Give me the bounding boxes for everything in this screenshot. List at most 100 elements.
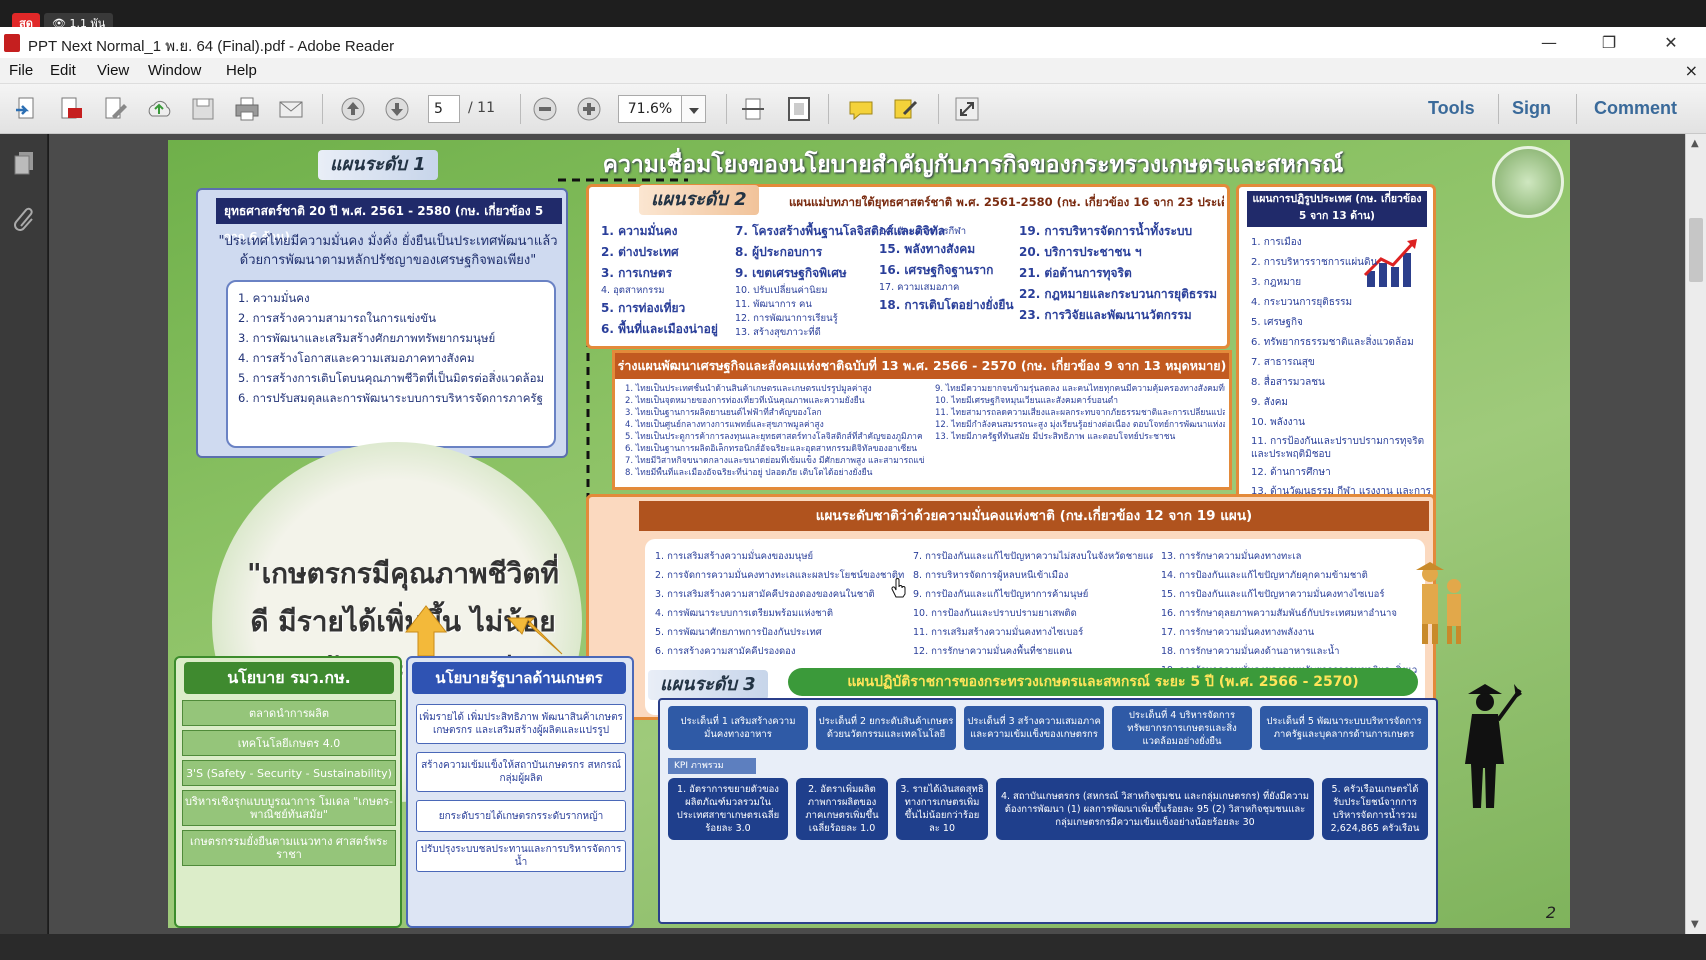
- list-item: 5. การพัฒนาศักยภาพการป้องกันประเทศ: [655, 627, 822, 638]
- menu-window[interactable]: Window: [148, 62, 201, 79]
- pane-divider: [1576, 94, 1577, 124]
- create-pdf-icon[interactable]: [12, 94, 42, 124]
- close-button[interactable]: ✕: [1648, 30, 1694, 56]
- close-document-icon[interactable]: ×: [1685, 61, 1698, 80]
- list-item: 4. ไทยเป็นศูนย์กลางทางการแพทย์และสุขภาพม…: [625, 420, 824, 430]
- list-item: 1. ความมั่นคง: [601, 224, 678, 238]
- list-item: 1. ความมั่นคง: [238, 291, 310, 305]
- policy-item: 3'S (Safety - Security - Sustainability): [182, 760, 396, 786]
- national-reform-list: 1. การเมือง 2. การบริหารราชการแผ่นดิน 3.…: [1251, 233, 1431, 513]
- list-item: 6. ทรัพยากรธรรมชาติและสิ่งแวดล้อม: [1251, 337, 1414, 348]
- zoom-in-icon[interactable]: [574, 94, 604, 124]
- list-item: 17. การรักษาความมั่นคงทางพลังงาน: [1161, 627, 1315, 638]
- list-item: 8. ไทยมีพื้นที่และเมืองอัจฉริยะที่น่าอยู…: [625, 468, 873, 478]
- national-strategy-box: ยุทธศาสตร์ชาติ 20 ปี พ.ศ. 2561 - 2580 (ก…: [196, 188, 568, 458]
- policy-item: บริหารเชิงรุกแบบบูรณาการ โมเดล "เกษตร-พา…: [182, 790, 396, 826]
- page-number-input[interactable]: 5: [428, 95, 460, 123]
- list-item: 4. การพัฒนาระบบการเตรียมพร้อมแห่งชาติ: [655, 608, 834, 619]
- list-item: 2. การบริหารราชการแผ่นดิน: [1251, 257, 1378, 268]
- strategic-issue-5: ประเด็นที่ 5 พัฒนาระบบบริหารจัดการภาครัฐ…: [1260, 706, 1428, 750]
- security-col-3: 13. การรักษาความมั่นคงทางทะเล 14. การป้อ…: [1161, 547, 1417, 680]
- list-item: 9. การป้องกันและแก้ไขปัญหาการค้ามนุษย์: [913, 589, 1089, 600]
- export-icon[interactable]: [56, 94, 86, 124]
- tools-pane-link[interactable]: Tools: [1428, 98, 1475, 119]
- kpi-item: 3. รายได้เงินสดสุทธิทางการเกษตรเพิ่มขึ้น…: [896, 778, 988, 840]
- cloud-upload-icon[interactable]: [144, 94, 174, 124]
- save-icon[interactable]: [188, 94, 218, 124]
- maximize-button[interactable]: ❐: [1586, 30, 1632, 56]
- email-icon[interactable]: [276, 94, 306, 124]
- list-item: 11. ไทยสามารถลดความเสี่ยงและผลกระทบจากภั…: [935, 408, 1225, 418]
- sign-pane-link[interactable]: Sign: [1512, 98, 1551, 119]
- level3-tag: แผนระดับ 3: [648, 670, 768, 700]
- list-item: 13. ไทยมีภาครัฐที่ทันสมัย มีประสิทธิภาพ …: [935, 432, 1176, 442]
- list-item: 3. การเสริมสร้างความสามัคคีปรองดองของคนใ…: [655, 589, 875, 600]
- page-up-icon[interactable]: [338, 94, 368, 124]
- government-policy-heading: นโยบายรัฐบาลด้านเกษตร: [412, 662, 626, 694]
- list-item: 8. สื่อสารมวลชน: [1251, 377, 1325, 388]
- fit-page-icon[interactable]: [784, 94, 814, 124]
- menu-help[interactable]: Help: [226, 62, 257, 79]
- fullscreen-icon[interactable]: [952, 94, 982, 124]
- navigation-pane: [0, 134, 48, 934]
- national-reform-heading: แผนการปฏิรูปประเทศ (กษ. เกี่ยวข้อง 5 จาก…: [1247, 191, 1427, 227]
- list-item: 7. การป้องกันและแก้ไขปัญหาความไม่สงบในจั…: [913, 551, 1153, 562]
- window-title: PPT Next Normal_1 พ.ย. 64 (Final).pdf - …: [28, 38, 395, 55]
- scroll-up-icon[interactable]: ▲: [1691, 138, 1699, 149]
- kpi-item: 1. อัตราการขยายตัวของผลิตภัณฑ์มวลรวมในปร…: [668, 778, 788, 840]
- nesdp-col-1: 1. ไทยเป็นประเทศชั้นนำด้านสินค้าเกษตรและ…: [625, 383, 925, 479]
- list-item: 18. การรักษาความมั่นคงด้านอาหารและน้ำ: [1161, 646, 1340, 657]
- zoom-dropdown-chevron-icon[interactable]: [682, 95, 706, 123]
- list-item: 18. การเติบโตอย่างยั่งยืน: [879, 298, 1014, 312]
- print-icon[interactable]: [232, 94, 262, 124]
- nesdp-box: ร่างแผนพัฒนาเศรษฐกิจและสังคมแห่งชาติฉบับ…: [612, 350, 1232, 490]
- list-item: 3. การพัฒนาและเสริมสร้างศักยภาพทรัพยากรม…: [238, 331, 496, 345]
- toolbar-divider: [322, 94, 323, 124]
- list-item: 17. ความเสมอภาค: [879, 282, 960, 293]
- zoom-out-icon[interactable]: [530, 94, 560, 124]
- attachments-icon[interactable]: [13, 206, 37, 232]
- list-item: 12. การรักษาความมั่นคงพื้นที่ชายแดน: [913, 646, 1072, 657]
- menu-file[interactable]: File: [9, 62, 33, 79]
- page-down-icon[interactable]: [382, 94, 412, 124]
- master-plan-col-4: 19. การบริหารจัดการน้ำทั้งระบบ 20. บริกา…: [1019, 221, 1217, 326]
- nesdp-col-2: 9. ไทยมีความยากจนข้ามรุ่นลดลง และคนไทยทุ…: [935, 383, 1225, 443]
- policy-item: เกษตรกรรมยั่งยืนตามแนวทาง ศาสตร์พระราชา: [182, 830, 396, 866]
- minimize-button[interactable]: —: [1526, 30, 1572, 56]
- menu-edit[interactable]: Edit: [50, 62, 76, 79]
- pages-panel-icon[interactable]: [13, 150, 37, 176]
- hand-cursor-icon: [891, 578, 906, 598]
- list-item: 16. เศรษฐกิจฐานราก: [879, 263, 994, 277]
- list-item: 7. ไทยมีวิสาหกิจขนาดกลางและขนาดย่อมที่เข…: [625, 456, 925, 466]
- national-strategy-heading: ยุทธศาสตร์ชาติ 20 ปี พ.ศ. 2561 - 2580 (ก…: [216, 198, 562, 244]
- zoom-level-input[interactable]: 71.6%: [618, 95, 682, 123]
- stream-overlay-bar: สด 👁 1.1 พัน: [0, 0, 1706, 35]
- list-item: 2. การสร้างความสามารถในการแข่งขัน: [238, 311, 437, 325]
- up-arrow-icon: [404, 605, 563, 657]
- list-item: 12. ด้านการศึกษา: [1251, 467, 1331, 478]
- scrollbar-thumb[interactable]: [1689, 218, 1703, 282]
- list-item: 1. ไทยเป็นประเทศชั้นนำด้านสินค้าเกษตรและ…: [625, 384, 872, 394]
- list-item: 4. กระบวนการยุติธรรม: [1251, 297, 1353, 308]
- fit-width-icon[interactable]: [738, 94, 768, 124]
- list-item: 19. การบริหารจัดการน้ำทั้งระบบ: [1019, 224, 1193, 238]
- comment-icon[interactable]: [846, 94, 876, 124]
- list-item: 4. อุตสาหกรรม: [601, 285, 665, 296]
- edit-icon[interactable]: [100, 94, 130, 124]
- list-item: 20. บริการประชาชน ฯ: [1019, 245, 1142, 259]
- policy-item: ยกระดับรายได้เกษตรกรระดับรากหญ้า: [416, 800, 626, 832]
- master-plan-heading: แผนแม่บทภายใต้ยุทธศาสตร์ชาติ พ.ศ. 2561-2…: [789, 195, 1224, 209]
- menu-view[interactable]: View: [97, 62, 129, 79]
- highlight-icon[interactable]: [890, 94, 920, 124]
- kpi-item: 5. ครัวเรือนเกษตรได้รับประโยชน์จากการบริ…: [1322, 778, 1428, 840]
- vertical-scrollbar[interactable]: ▲ ▼: [1685, 134, 1706, 934]
- master-plan-col-1: 1. ความมั่นคง 2. ต่างประเทศ 3. การเกษตร …: [601, 221, 718, 340]
- list-item: 6. ไทยเป็นฐานการผลิตอิเล็กทรอนิกส์อัจฉริ…: [625, 444, 918, 454]
- level2-tag: แผนระดับ 2: [639, 185, 759, 215]
- comment-pane-link[interactable]: Comment: [1594, 98, 1677, 119]
- list-item: 10. การป้องกันและปราบปรามยาเสพติด: [913, 608, 1077, 619]
- list-item: 22. กฎหมายและกระบวนการยุติธรรม: [1019, 287, 1217, 301]
- list-item: 16. การรักษาดุลยภาพความสัมพันธ์กับประเทศ…: [1161, 608, 1397, 619]
- list-item: 11. การเสริมสร้างความมั่นคงทางไซเบอร์: [913, 627, 1084, 638]
- scroll-down-icon[interactable]: ▼: [1691, 919, 1699, 930]
